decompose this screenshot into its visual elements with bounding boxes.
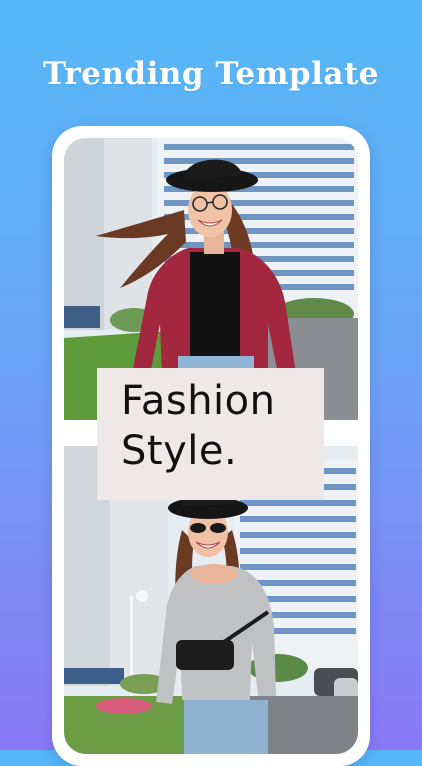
template-text-line-2: Style. (121, 428, 238, 474)
template-preview[interactable]: Fashion Style. (64, 138, 358, 754)
template-text-line-1: Fashion (121, 378, 276, 424)
page-title: Trending Template (43, 56, 379, 92)
phone-mockup: Fashion Style. (52, 126, 370, 766)
title-text-card[interactable]: Fashion Style. (97, 368, 324, 500)
